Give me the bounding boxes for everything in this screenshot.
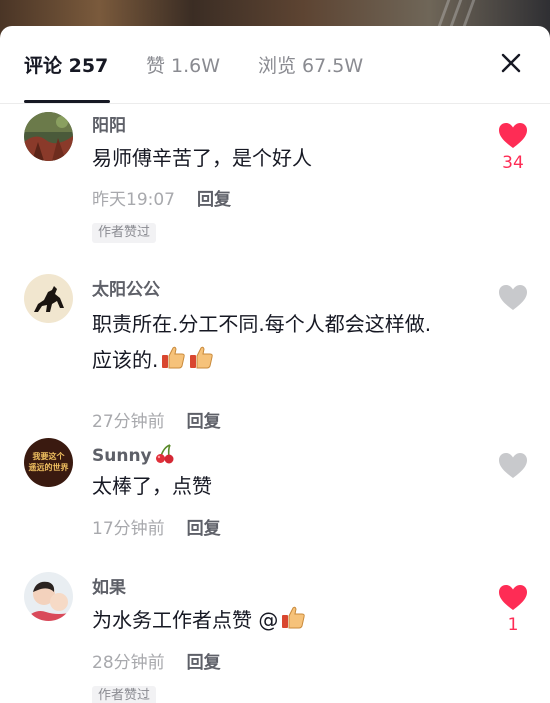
avatar-image <box>24 112 73 161</box>
avatar-image <box>24 572 73 621</box>
comment-time: 昨天19:07 <box>92 190 175 210</box>
like-button[interactable] <box>497 452 529 479</box>
heart-icon <box>499 285 527 310</box>
avatar[interactable] <box>24 274 73 323</box>
comment-text: 为水务工作者点赞 @ <box>92 604 492 637</box>
comment-time: 17分钟前 <box>92 519 165 539</box>
comment-time: 28分钟前 <box>92 653 165 673</box>
comment-text-line: 职责所在.分工不同.每个人都会这样做. <box>92 312 432 336</box>
comment-username[interactable]: 阳阳 <box>92 115 126 137</box>
author-liked-badge: 作者赞过 <box>92 686 157 703</box>
like-button[interactable]: 34 <box>497 122 529 173</box>
author-liked-badge: 作者赞过 <box>92 223 157 243</box>
thumbs-up-emoji-icon <box>190 346 214 369</box>
comment-username[interactable]: Sunny <box>92 443 176 467</box>
comment-username[interactable]: 如果 <box>92 577 126 599</box>
comment-text: 易师傅辛苦了，是个好人 <box>92 146 312 170</box>
comment-username-text: Sunny <box>92 446 152 466</box>
comment-time: 27分钟前 <box>92 412 165 432</box>
like-button[interactable] <box>497 284 529 311</box>
reply-button[interactable]: 回复 <box>187 412 221 432</box>
comment-meta: 昨天19:07 回复 <box>92 189 231 211</box>
close-button[interactable] <box>496 48 526 78</box>
close-icon <box>501 53 521 73</box>
like-count: 34 <box>502 153 524 173</box>
heart-icon <box>499 453 527 478</box>
comment-text-line: 应该的. <box>92 342 492 378</box>
tab-views[interactable]: 浏览 67.5W <box>258 53 363 79</box>
reply-button[interactable]: 回复 <box>187 653 221 673</box>
comment-text-fragment: 为水务工作者点赞 @ <box>92 608 279 632</box>
active-tab-indicator <box>24 100 110 103</box>
avatar-caption-line: 我要这个 <box>32 452 65 461</box>
thumbs-up-emoji-icon <box>282 606 306 629</box>
tab-comments[interactable]: 评论 257 <box>24 53 108 79</box>
avatar[interactable] <box>24 112 73 161</box>
reply-button[interactable]: 回复 <box>197 190 231 210</box>
avatar[interactable] <box>24 572 73 621</box>
comment-text: 太棒了，点赞 <box>92 474 212 498</box>
comment-username[interactable]: 太阳公公 <box>92 279 160 301</box>
comment-tab-bar: 评论 257 赞 1.6W 浏览 67.5W <box>0 26 550 104</box>
tab-likes[interactable]: 赞 1.6W <box>146 53 220 79</box>
avatar-caption: 我要这个 遥远的世界 <box>24 451 73 473</box>
thumbs-up-emoji-icon <box>162 346 186 369</box>
heart-icon <box>499 585 527 610</box>
heart-icon <box>499 123 527 148</box>
comment-meta: 17分钟前 回复 <box>92 518 221 540</box>
like-button[interactable]: 1 <box>497 584 529 635</box>
like-count: 1 <box>507 615 519 635</box>
avatar-image <box>24 274 73 323</box>
comment-meta: 28分钟前 回复 <box>92 652 221 674</box>
comment-text-fragment: 应该的. <box>92 348 159 372</box>
reply-button[interactable]: 回复 <box>187 519 221 539</box>
comment-text: 职责所在.分工不同.每个人都会这样做. 应该的. <box>92 306 492 378</box>
cherry-icon <box>155 444 174 464</box>
avatar-caption-line: 遥远的世界 <box>28 463 69 472</box>
comment-meta: 27分钟前 回复 <box>92 411 221 433</box>
avatar[interactable]: 我要这个 遥远的世界 <box>24 438 73 487</box>
comment-sheet: 评论 257 赞 1.6W 浏览 67.5W 阳阳 易师傅辛苦了，是个好人 昨天… <box>0 26 550 703</box>
